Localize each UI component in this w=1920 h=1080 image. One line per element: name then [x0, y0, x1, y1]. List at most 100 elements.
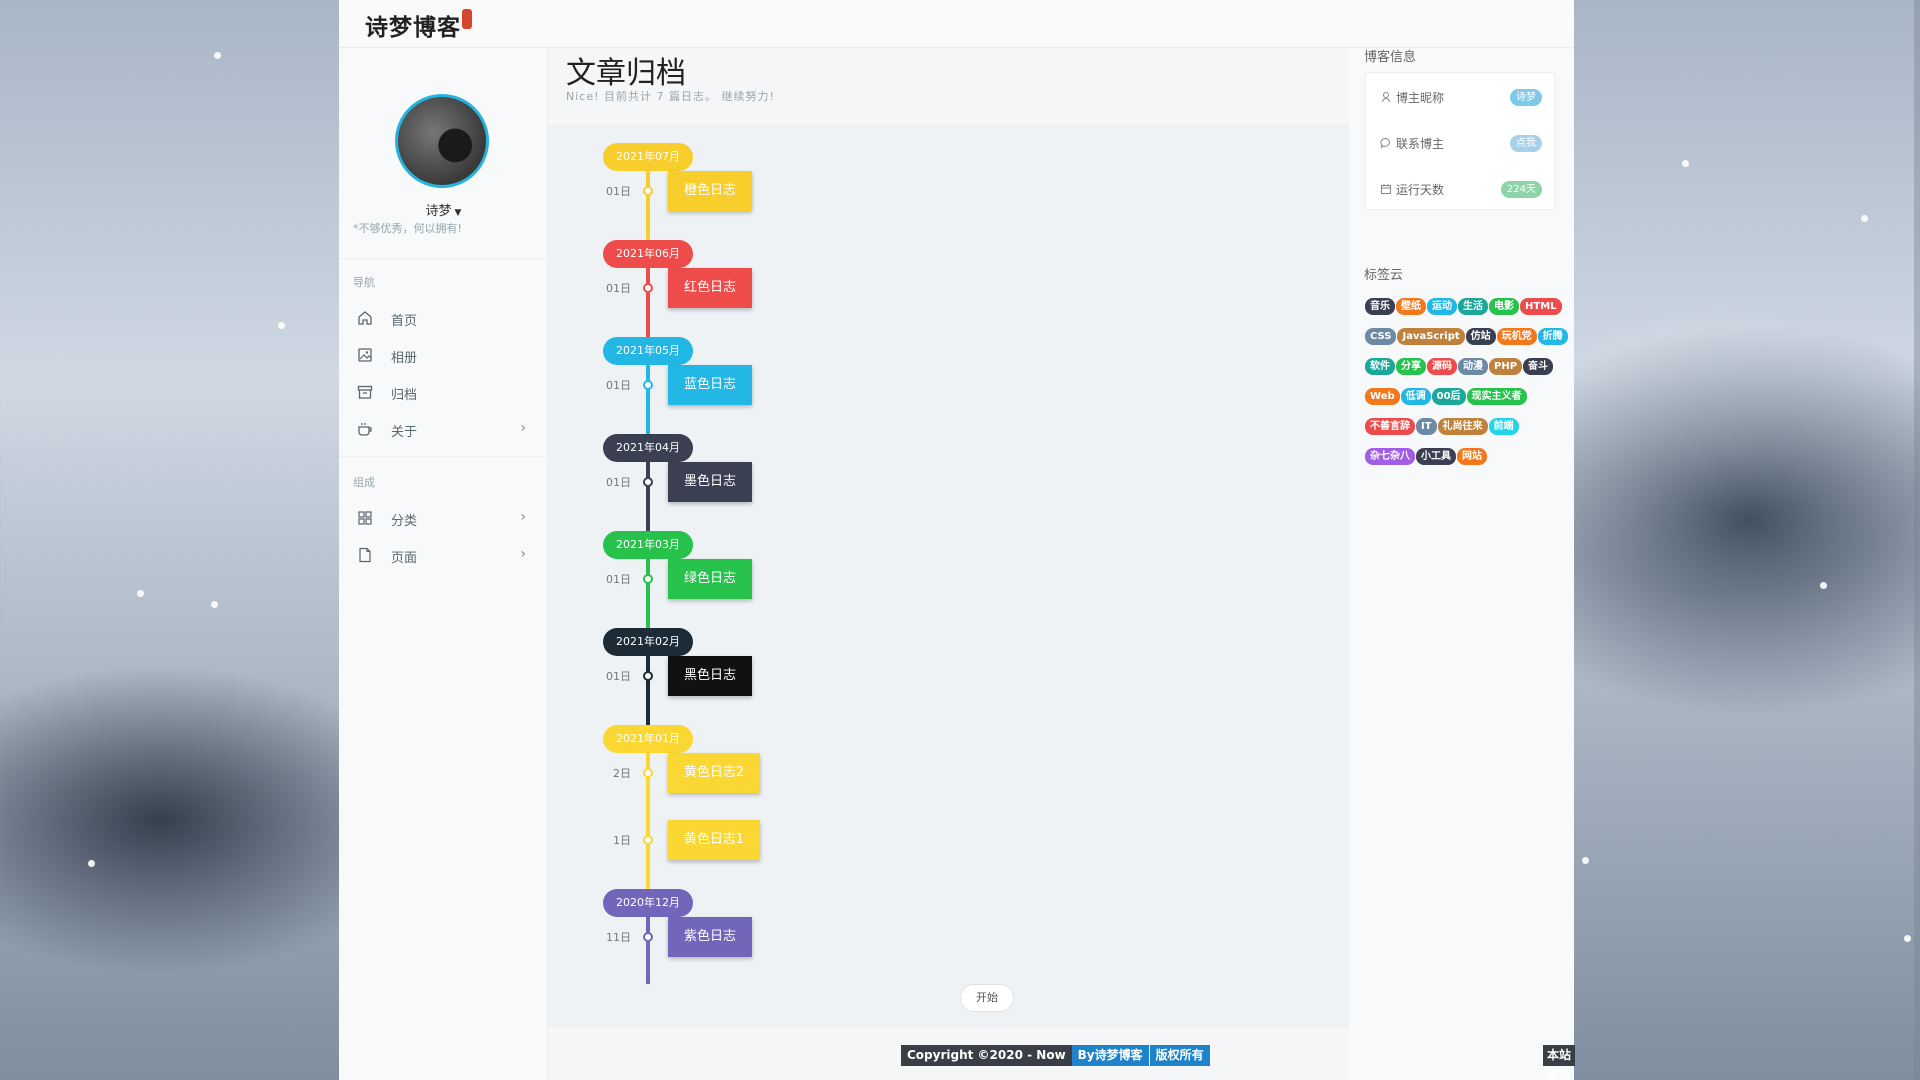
info-label: 博主昵称 — [1396, 91, 1445, 105]
profile-name[interactable]: 诗梦 ▼ — [339, 200, 548, 219]
tag-link[interactable]: 电影 — [1489, 298, 1519, 315]
tag-link[interactable]: PHP — [1489, 358, 1523, 375]
tag-link[interactable]: Web — [1365, 388, 1400, 405]
snowflake — [278, 322, 285, 329]
snowflake — [88, 860, 95, 867]
page-scrollbar[interactable] — [1914, 0, 1920, 1080]
tag-link[interactable]: 小工具 — [1416, 448, 1456, 465]
site-logo[interactable]: 诗梦博客 — [365, 8, 472, 42]
tag-link[interactable]: CSS — [1365, 328, 1397, 345]
tag-link[interactable]: 软件 — [1365, 358, 1395, 375]
tag-link[interactable]: 网站 — [1457, 448, 1487, 465]
nav-item-label: 相册 — [391, 351, 418, 366]
post-link[interactable]: 紫色日志 — [668, 917, 752, 957]
post-day-label: 01日 — [606, 573, 631, 586]
timeline-month-pill: 2021年03月 — [603, 531, 693, 559]
caret-down-icon: ▼ — [454, 208, 462, 218]
tag-link[interactable]: 杂七杂八 — [1365, 448, 1415, 465]
tag-link[interactable]: 运动 — [1427, 298, 1457, 315]
post-day-label: 01日 — [606, 379, 631, 392]
blog-info-card: 博主昵称 诗梦 联系博主 点我 运行天数 224天 — [1365, 72, 1555, 210]
info-row-days: 运行天数 224天 — [1366, 175, 1556, 205]
file-icon — [359, 547, 371, 563]
chevron-right-icon: › — [520, 420, 526, 436]
footer-site-link[interactable]: By诗梦博客 — [1071, 1045, 1149, 1066]
tag-link[interactable]: HTML — [1520, 298, 1562, 315]
timeline-month-pill: 2021年04月 — [603, 434, 693, 462]
tag-link[interactable]: IT — [1416, 418, 1437, 435]
tag-link[interactable]: 00后 — [1431, 388, 1466, 405]
snowflake — [1582, 857, 1589, 864]
post-link[interactable]: 黑色日志 — [668, 656, 752, 696]
nav-item-label: 归档 — [391, 388, 418, 403]
nav-item-home[interactable]: 首页 — [339, 304, 548, 334]
timeline-month-pill: 2021年01月 — [603, 725, 693, 753]
tag-link[interactable]: 仿站 — [1465, 328, 1496, 345]
post-day-label: 01日 — [606, 185, 631, 198]
post-link[interactable]: 红色日志 — [668, 268, 752, 308]
snowflake — [137, 590, 144, 597]
copyright-text: Copyright ©2020 - Now — [901, 1045, 1072, 1066]
footer-disclaimer: 本站部分素材采集于网络，如有侵权，请联系站长及时删除 — [1543, 1045, 1575, 1080]
footer-rights-text: 版权所有 — [1148, 1045, 1210, 1066]
nav-item-album[interactable]: 相册 — [339, 341, 548, 371]
post-link[interactable]: 橙色日志 — [668, 171, 752, 211]
tag-link[interactable]: 现实主义者 — [1466, 388, 1527, 405]
page-container: 诗梦博客 诗梦 ▼ *不够优秀，何以拥有! 导航 首页 相册 归档 关于 › 组成 — [339, 0, 1575, 1080]
tag-link[interactable]: 折腾 — [1537, 328, 1568, 345]
post-day-label: 01日 — [606, 282, 631, 295]
tag-link[interactable]: 生活 — [1458, 298, 1488, 315]
tag-link[interactable]: 前端 — [1488, 418, 1519, 435]
footer-copyright: Copyright ©2020 - Now By诗梦博客 版权所有 — [901, 1045, 1210, 1066]
tag-link[interactable]: 动漫 — [1458, 358, 1488, 375]
tag-link[interactable]: 玩机党 — [1496, 328, 1537, 345]
post-link[interactable]: 墨色日志 — [668, 462, 752, 502]
nav-item-label: 页面 — [391, 551, 418, 566]
info-label: 联系博主 — [1396, 137, 1445, 151]
tag-link[interactable]: 低调 — [1400, 388, 1431, 405]
tag-cloud-heading: 标签云 — [1364, 268, 1404, 283]
timeline-line-segment — [646, 656, 650, 725]
nav-item-label: 关于 — [391, 425, 418, 440]
nav-item-label: 分类 — [391, 514, 418, 529]
timeline-line-segment — [646, 917, 650, 984]
snowflake — [214, 52, 221, 59]
tag-link[interactable]: 源码 — [1427, 358, 1457, 375]
image-icon — [358, 348, 372, 362]
nav-item-about[interactable]: 关于 › — [339, 415, 548, 445]
tag-link[interactable]: JavaScript — [1397, 328, 1465, 345]
post-link[interactable]: 黄色日志1 — [668, 820, 760, 860]
snowflake — [1904, 935, 1911, 942]
nav-item-pages[interactable]: 页面 › — [339, 541, 548, 571]
timeline-line-segment — [646, 171, 650, 240]
snowflake — [1820, 582, 1827, 589]
nav-item-category[interactable]: 分类 › — [339, 504, 548, 534]
timeline-start-label: 开始 — [960, 984, 1014, 1012]
post-day-label: 2日 — [613, 767, 631, 780]
nav-item-archive[interactable]: 归档 — [339, 378, 548, 408]
info-row-nickname: 博主昵称 诗梦 — [1366, 83, 1556, 113]
chevron-right-icon: › — [520, 509, 526, 525]
tag-link[interactable]: 分享 — [1396, 358, 1426, 375]
tag-link[interactable]: 音乐 — [1365, 298, 1395, 315]
user-icon — [1382, 92, 1390, 103]
tag-link[interactable]: 礼尚往来 — [1437, 418, 1488, 435]
archive-icon — [357, 385, 373, 399]
post-link[interactable]: 黄色日志2 — [668, 753, 760, 793]
page-subtitle: Nice! 目前共计 7 篇日志。 继续努力! — [566, 90, 775, 103]
contact-button[interactable]: 点我 — [1510, 135, 1542, 152]
timeline-dot — [643, 574, 653, 584]
avatar[interactable] — [395, 94, 489, 188]
tag-link[interactable]: 壁纸 — [1396, 298, 1426, 315]
post-link[interactable]: 绿色日志 — [668, 559, 752, 599]
tag-link[interactable]: 不善言辞 — [1365, 418, 1415, 435]
logo-seal-icon — [462, 9, 472, 29]
post-link[interactable]: 蓝色日志 — [668, 365, 752, 405]
info-label: 运行天数 — [1396, 183, 1445, 197]
info-row-contact[interactable]: 联系博主 点我 — [1366, 129, 1556, 159]
tag-link[interactable]: 奋斗 — [1523, 358, 1554, 375]
timeline-line-segment — [646, 559, 650, 628]
timeline-dot — [643, 283, 653, 293]
post-day-label: 01日 — [606, 670, 631, 683]
right-sidebar: 博客信息 博主昵称 诗梦 联系博主 点我 运行天数 224天 标签云 音乐 壁纸运… — [1349, 48, 1574, 1080]
